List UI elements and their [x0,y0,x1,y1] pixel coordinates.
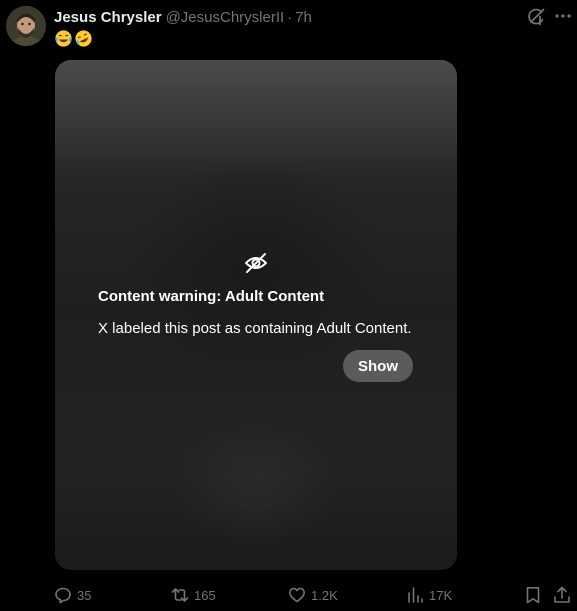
reply-icon [55,587,71,604]
post-timestamp[interactable]: 7h [295,9,312,26]
more-options-icon[interactable] [552,6,574,26]
analytics-icon [408,587,423,603]
content-warning-description: X labeled this post as containing Adult … [98,320,412,337]
grok-icon[interactable] [526,7,546,27]
author-avatar[interactable] [6,6,46,46]
tears-of-joy-emoji-icon [54,29,73,48]
views-count: 17K [429,587,453,603]
post-text [54,29,93,48]
post-header: Jesus Chrysler @JesusChryslerII · 7h [54,8,312,26]
separator-dot: · [287,8,293,26]
share-icon [554,586,570,603]
views-button[interactable]: 17K [406,583,452,607]
post[interactable]: Jesus Chrysler @JesusChryslerII · 7h Con… [0,0,577,611]
like-count: 1.2K [311,587,338,603]
share-button[interactable] [553,583,571,607]
blurred-media [55,60,457,570]
action-bar: 35 165 1.2K 17K [0,583,577,607]
media-container[interactable]: Content warning: Adult Content X labeled… [55,60,457,570]
bookmark-icon [526,587,540,604]
content-warning-title: Content warning: Adult Content [98,288,325,305]
repost-icon [171,588,189,602]
reply-count: 35 [77,587,92,603]
repost-button[interactable]: 165 [171,583,216,607]
show-content-button[interactable]: Show [343,350,413,382]
heart-icon [289,587,305,603]
author-name[interactable]: Jesus Chrysler [54,9,162,26]
like-button[interactable]: 1.2K [288,583,338,607]
reply-button[interactable]: 35 [54,583,91,607]
bookmark-button[interactable] [524,583,542,607]
rolling-laughing-emoji-icon [74,29,93,48]
author-handle[interactable]: @JesusChryslerII [166,9,285,26]
repost-count: 165 [194,587,216,603]
eye-slash-icon [243,250,269,276]
